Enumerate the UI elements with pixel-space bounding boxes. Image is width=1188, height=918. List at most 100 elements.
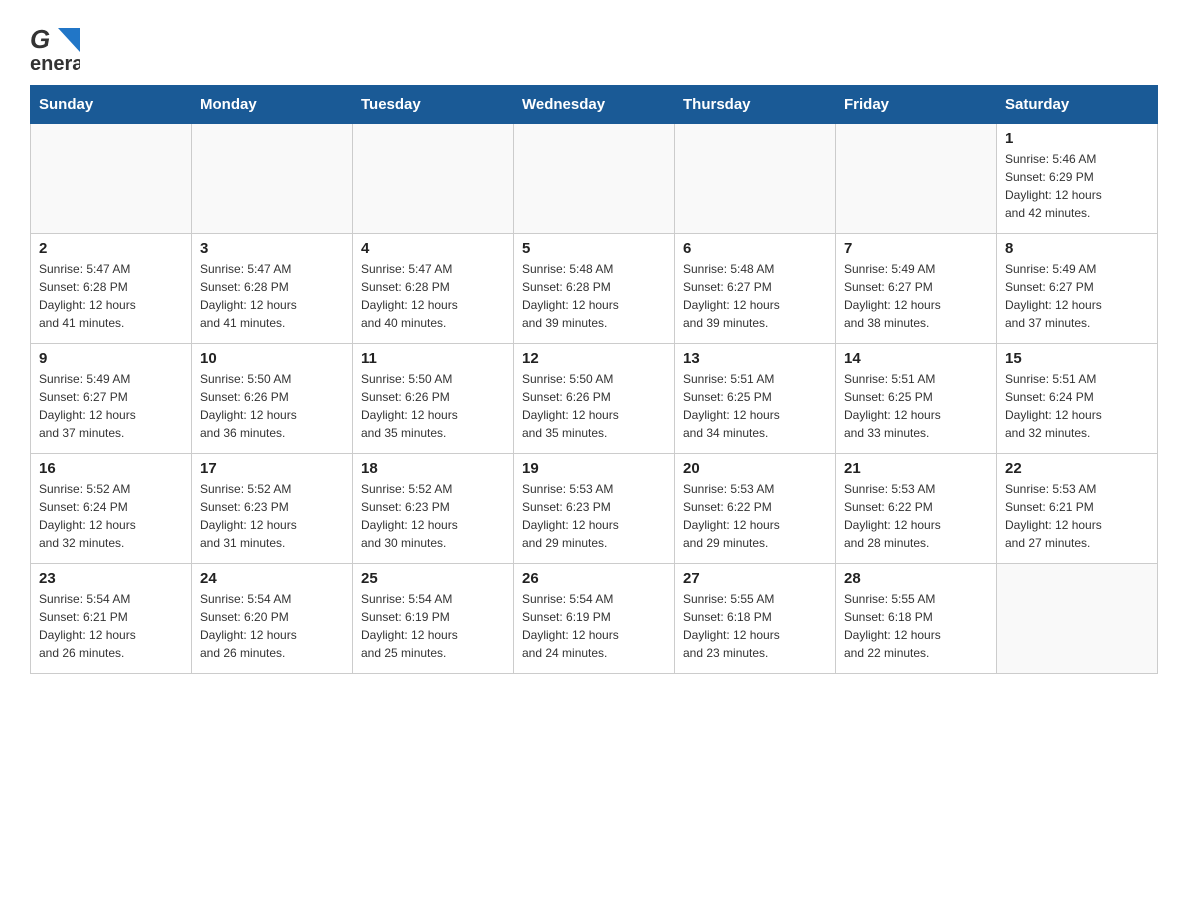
- weekday-header-thursday: Thursday: [675, 86, 836, 124]
- calendar-cell: [514, 124, 675, 234]
- weekday-header-friday: Friday: [836, 86, 997, 124]
- weekday-header-monday: Monday: [192, 86, 353, 124]
- day-info: Sunrise: 5:48 AM Sunset: 6:28 PM Dayligh…: [522, 260, 666, 332]
- calendar-week-row: 23 Sunrise: 5:54 AM Sunset: 6:21 PM Dayli…: [31, 564, 1158, 674]
- calendar-week-row: 1 Sunrise: 5:46 AM Sunset: 6:29 PM Daylig…: [31, 124, 1158, 234]
- day-number: 10: [200, 350, 344, 367]
- calendar-cell: 19Sunrise: 5:53 AM Sunset: 6:23 PM Dayli…: [514, 454, 675, 564]
- calendar-week-row: 16 Sunrise: 5:52 AM Sunset: 6:24 PM Dayli…: [31, 454, 1158, 564]
- calendar-cell: 28 Sunrise: 5:55 AM Sunset: 6:18 PM Dayli…: [836, 564, 997, 674]
- day-number: 25: [361, 570, 505, 587]
- day-info: Sunrise: 5:53 AM Sunset: 6:22 PM Dayligh…: [844, 480, 988, 552]
- day-number: 17: [200, 460, 344, 477]
- day-info: Sunrise: 5:54 AM Sunset: 6:21 PM Dayligh…: [39, 590, 183, 662]
- day-info: Sunrise: 5:49 AM Sunset: 6:27 PM Dayligh…: [1005, 260, 1149, 332]
- day-info: Sunrise: 5:55 AM Sunset: 6:18 PM Dayligh…: [683, 590, 827, 662]
- logo-icon: G eneral: [30, 20, 80, 75]
- day-info: Sunrise: 5:51 AM Sunset: 6:25 PM Dayligh…: [683, 370, 827, 442]
- day-number: 20: [683, 460, 827, 477]
- day-number: 13: [683, 350, 827, 367]
- day-number: 4: [361, 240, 505, 257]
- calendar-cell: 5 Sunrise: 5:48 AM Sunset: 6:28 PM Daylig…: [514, 234, 675, 344]
- calendar-cell: 9Sunrise: 5:49 AM Sunset: 6:27 PM Daylig…: [31, 344, 192, 454]
- calendar-cell: 25 Sunrise: 5:54 AM Sunset: 6:19 PM Dayli…: [353, 564, 514, 674]
- day-info: Sunrise: 5:53 AM Sunset: 6:21 PM Dayligh…: [1005, 480, 1149, 552]
- day-number: 14: [844, 350, 988, 367]
- svg-text:G: G: [30, 24, 50, 54]
- day-number: 23: [39, 570, 183, 587]
- day-info: Sunrise: 5:49 AM Sunset: 6:27 PM Dayligh…: [39, 370, 183, 442]
- logo-area: G eneral: [30, 20, 84, 75]
- day-info: Sunrise: 5:50 AM Sunset: 6:26 PM Dayligh…: [361, 370, 505, 442]
- day-info: Sunrise: 5:54 AM Sunset: 6:19 PM Dayligh…: [361, 590, 505, 662]
- calendar-cell: 26 Sunrise: 5:54 AM Sunset: 6:19 PM Dayli…: [514, 564, 675, 674]
- calendar-table: SundayMondayTuesdayWednesdayThursdayFrid…: [30, 85, 1158, 674]
- day-number: 8: [1005, 240, 1149, 257]
- calendar-cell: 21 Sunrise: 5:53 AM Sunset: 6:22 PM Dayli…: [836, 454, 997, 564]
- calendar-cell: 3 Sunrise: 5:47 AM Sunset: 6:28 PM Daylig…: [192, 234, 353, 344]
- calendar-week-row: 9Sunrise: 5:49 AM Sunset: 6:27 PM Daylig…: [31, 344, 1158, 454]
- calendar-cell: 10 Sunrise: 5:50 AM Sunset: 6:26 PM Dayli…: [192, 344, 353, 454]
- calendar-cell: 16 Sunrise: 5:52 AM Sunset: 6:24 PM Dayli…: [31, 454, 192, 564]
- calendar-cell: [31, 124, 192, 234]
- day-number: 2: [39, 240, 183, 257]
- weekday-header-saturday: Saturday: [997, 86, 1158, 124]
- day-number: 15: [1005, 350, 1149, 367]
- calendar-cell: 11Sunrise: 5:50 AM Sunset: 6:26 PM Dayli…: [353, 344, 514, 454]
- calendar-cell: 2Sunrise: 5:47 AM Sunset: 6:28 PM Daylig…: [31, 234, 192, 344]
- day-info: Sunrise: 5:47 AM Sunset: 6:28 PM Dayligh…: [361, 260, 505, 332]
- calendar-cell: 15 Sunrise: 5:51 AM Sunset: 6:24 PM Dayli…: [997, 344, 1158, 454]
- day-info: Sunrise: 5:48 AM Sunset: 6:27 PM Dayligh…: [683, 260, 827, 332]
- calendar-cell: 22Sunrise: 5:53 AM Sunset: 6:21 PM Dayli…: [997, 454, 1158, 564]
- day-info: Sunrise: 5:52 AM Sunset: 6:23 PM Dayligh…: [361, 480, 505, 552]
- day-number: 26: [522, 570, 666, 587]
- day-info: Sunrise: 5:53 AM Sunset: 6:23 PM Dayligh…: [522, 480, 666, 552]
- calendar-cell: [997, 564, 1158, 674]
- calendar-cell: 17 Sunrise: 5:52 AM Sunset: 6:23 PM Dayli…: [192, 454, 353, 564]
- calendar-cell: 18 Sunrise: 5:52 AM Sunset: 6:23 PM Dayli…: [353, 454, 514, 564]
- day-info: Sunrise: 5:47 AM Sunset: 6:28 PM Dayligh…: [200, 260, 344, 332]
- calendar-cell: 6 Sunrise: 5:48 AM Sunset: 6:27 PM Daylig…: [675, 234, 836, 344]
- day-number: 16: [39, 460, 183, 477]
- day-number: 1: [1005, 130, 1149, 147]
- weekday-header-tuesday: Tuesday: [353, 86, 514, 124]
- calendar-cell: 20 Sunrise: 5:53 AM Sunset: 6:22 PM Dayli…: [675, 454, 836, 564]
- calendar-cell: 24 Sunrise: 5:54 AM Sunset: 6:20 PM Dayli…: [192, 564, 353, 674]
- day-number: 6: [683, 240, 827, 257]
- calendar-cell: [836, 124, 997, 234]
- day-number: 28: [844, 570, 988, 587]
- day-number: 21: [844, 460, 988, 477]
- day-number: 5: [522, 240, 666, 257]
- calendar-cell: 8 Sunrise: 5:49 AM Sunset: 6:27 PM Daylig…: [997, 234, 1158, 344]
- day-number: 18: [361, 460, 505, 477]
- day-number: 27: [683, 570, 827, 587]
- calendar-cell: 13 Sunrise: 5:51 AM Sunset: 6:25 PM Dayli…: [675, 344, 836, 454]
- day-info: Sunrise: 5:54 AM Sunset: 6:19 PM Dayligh…: [522, 590, 666, 662]
- calendar-cell: 27 Sunrise: 5:55 AM Sunset: 6:18 PM Dayli…: [675, 564, 836, 674]
- day-info: Sunrise: 5:52 AM Sunset: 6:23 PM Dayligh…: [200, 480, 344, 552]
- day-info: Sunrise: 5:51 AM Sunset: 6:25 PM Dayligh…: [844, 370, 988, 442]
- svg-text:eneral: eneral: [30, 53, 80, 75]
- page-header: G eneral: [30, 20, 1158, 75]
- calendar-cell: [192, 124, 353, 234]
- day-info: Sunrise: 5:52 AM Sunset: 6:24 PM Dayligh…: [39, 480, 183, 552]
- calendar-cell: 4 Sunrise: 5:47 AM Sunset: 6:28 PM Daylig…: [353, 234, 514, 344]
- calendar-cell: 12 Sunrise: 5:50 AM Sunset: 6:26 PM Dayli…: [514, 344, 675, 454]
- day-number: 12: [522, 350, 666, 367]
- day-number: 7: [844, 240, 988, 257]
- weekday-header-wednesday: Wednesday: [514, 86, 675, 124]
- day-info: Sunrise: 5:51 AM Sunset: 6:24 PM Dayligh…: [1005, 370, 1149, 442]
- day-info: Sunrise: 5:50 AM Sunset: 6:26 PM Dayligh…: [522, 370, 666, 442]
- calendar-cell: 1 Sunrise: 5:46 AM Sunset: 6:29 PM Daylig…: [997, 124, 1158, 234]
- day-info: Sunrise: 5:55 AM Sunset: 6:18 PM Dayligh…: [844, 590, 988, 662]
- weekday-header-row: SundayMondayTuesdayWednesdayThursdayFrid…: [31, 86, 1158, 124]
- day-info: Sunrise: 5:53 AM Sunset: 6:22 PM Dayligh…: [683, 480, 827, 552]
- calendar-week-row: 2 Sunrise: 5:47 AM Sunset: 6:28 PM Daylig…: [31, 234, 1158, 344]
- day-number: 24: [200, 570, 344, 587]
- day-info: Sunrise: 5:54 AM Sunset: 6:20 PM Dayligh…: [200, 590, 344, 662]
- day-info: Sunrise: 5:50 AM Sunset: 6:26 PM Dayligh…: [200, 370, 344, 442]
- calendar-cell: [675, 124, 836, 234]
- calendar-cell: 7Sunrise: 5:49 AM Sunset: 6:27 PM Daylig…: [836, 234, 997, 344]
- day-number: 3: [200, 240, 344, 257]
- day-info: Sunrise: 5:46 AM Sunset: 6:29 PM Dayligh…: [1005, 150, 1149, 222]
